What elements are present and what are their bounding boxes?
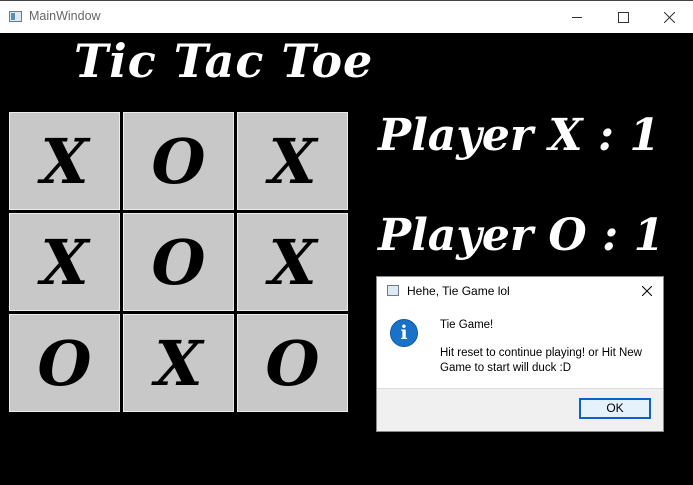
close-icon <box>664 12 675 23</box>
player-x-score: Player X : 1 <box>378 110 661 161</box>
board-cell-2-0[interactable]: O <box>9 314 120 412</box>
dialog-message: Hit reset to continue playing! or Hit Ne… <box>440 347 642 374</box>
maximize-icon <box>618 12 629 23</box>
game-title: Tic Tac Toe <box>74 34 374 88</box>
player-o-score: Player O : 1 <box>378 210 665 261</box>
board-cell-0-0[interactable]: X <box>9 112 120 210</box>
app-window-icon <box>9 11 22 22</box>
close-button[interactable] <box>647 1 693 34</box>
dialog-close-button[interactable] <box>637 281 657 301</box>
window-titlebar: MainWindow <box>0 0 693 33</box>
app-window-icon <box>387 285 399 296</box>
window-title: MainWindow <box>29 9 101 23</box>
dialog-footer: OK <box>377 388 663 431</box>
game-board: X O X X O X O X O <box>9 112 352 415</box>
board-cell-1-2[interactable]: X <box>237 213 348 311</box>
dialog-heading: Tie Game! <box>440 319 494 331</box>
minimize-button[interactable] <box>555 1 601 34</box>
ok-button[interactable]: OK <box>579 398 651 419</box>
info-icon: i <box>390 319 418 347</box>
board-cell-0-2[interactable]: X <box>237 112 348 210</box>
close-icon <box>642 286 652 296</box>
board-cell-0-1[interactable]: O <box>123 112 234 210</box>
board-cell-2-1[interactable]: X <box>123 314 234 412</box>
maximize-button[interactable] <box>601 1 647 34</box>
board-cell-1-0[interactable]: X <box>9 213 120 311</box>
board-cell-2-2[interactable]: O <box>237 314 348 412</box>
board-cell-1-1[interactable]: O <box>123 213 234 311</box>
minimize-icon <box>572 17 582 18</box>
dialog-title: Hehe, Tie Game lol <box>407 284 510 298</box>
tie-game-dialog: Hehe, Tie Game lol i Tie Game! Hit reset… <box>376 276 664 432</box>
dialog-titlebar: Hehe, Tie Game lol <box>377 277 663 305</box>
